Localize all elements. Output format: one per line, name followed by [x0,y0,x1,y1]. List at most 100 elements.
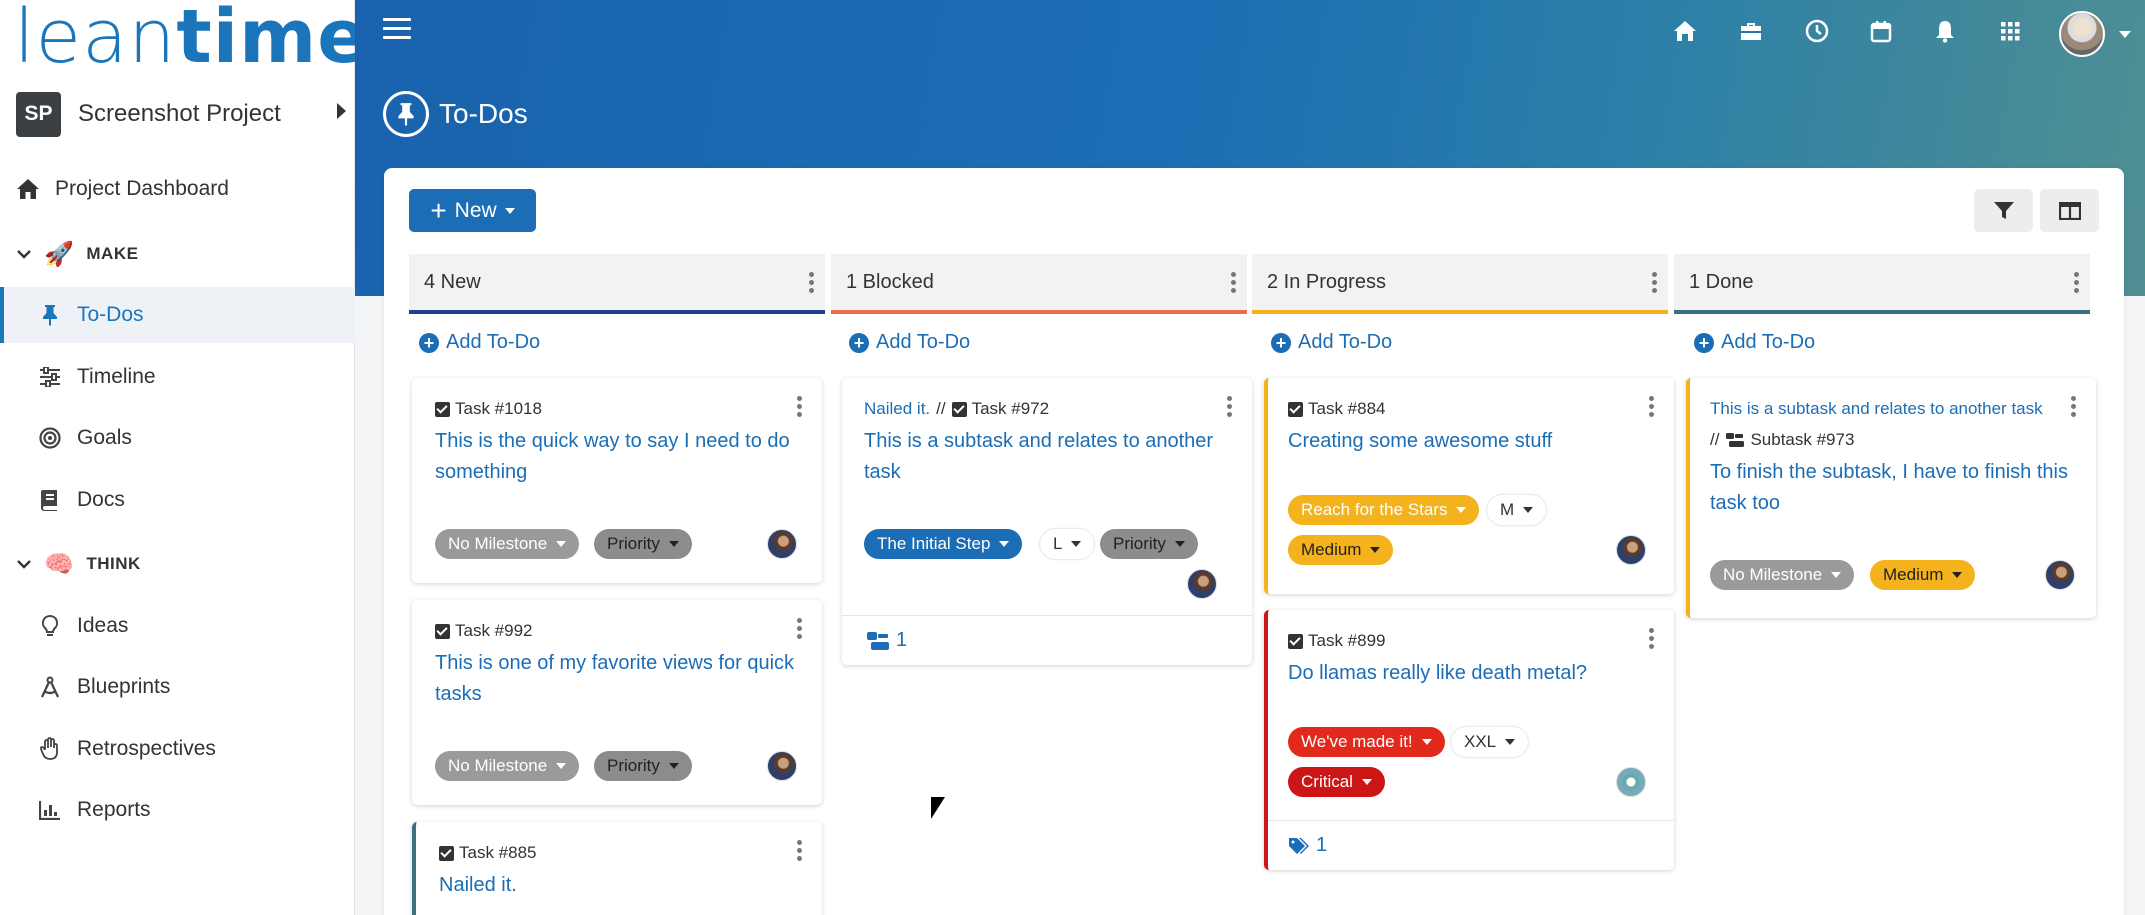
add-todo-link[interactable]: + Add To-Do [849,331,970,354]
brain-icon: 🧠 [44,550,75,578]
more-vertical-icon[interactable] [2074,272,2080,296]
project-name: Screenshot Project [78,100,281,127]
plus-circle-icon: + [1694,332,1714,353]
caret-down-icon [668,763,679,769]
column-title: 2 In Progress [1267,270,1386,293]
column-header-in-progress: 2 In Progress [1252,254,1668,314]
sidebar-item-retrospectives[interactable]: Retrospectives [0,721,355,777]
bell-icon[interactable] [1932,18,1958,44]
briefcase-icon[interactable] [1738,18,1764,44]
card-footer[interactable]: 1 [842,615,1252,665]
more-vertical-icon[interactable] [1227,396,1232,420]
task-title[interactable]: Do llamas really like death metal? [1288,658,1648,689]
milestone-dropdown[interactable]: No Milestone [435,529,580,559]
assignee-avatar[interactable] [1187,569,1217,599]
priority-dropdown[interactable]: Medium [1288,535,1394,565]
priority-dropdown[interactable]: Critical [1288,767,1385,797]
sidebar-item-timeline[interactable]: Timeline [0,349,355,405]
task-number: Task #885 [439,843,537,863]
caret-down-icon[interactable] [2119,31,2131,38]
sidebar-item-ideas[interactable]: Ideas [0,598,355,654]
sidebar-item-reports[interactable]: Reports [0,782,355,838]
assignee-avatar[interactable] [2045,560,2075,590]
user-avatar[interactable] [2059,11,2105,57]
assignee-avatar[interactable] [767,529,797,559]
project-selector[interactable]: SP Screenshot Project [16,91,346,137]
clock-icon[interactable] [1804,18,1830,44]
task-card-885[interactable]: Task #885 Nailed it. [412,822,822,915]
add-todo-label: Add To-Do [1298,331,1393,353]
sidebar-item-blueprints[interactable]: Blueprints [0,659,355,715]
more-vertical-icon[interactable] [1649,396,1654,420]
task-card-1018[interactable]: Task #1018 This is the quick way to say … [412,378,822,583]
task-title[interactable]: To finish the subtask, I have to finish … [1710,457,2070,519]
sidebar-item-todos[interactable]: To-Dos [0,287,355,343]
more-vertical-icon[interactable] [1231,272,1237,296]
task-title[interactable]: Nailed it. [439,870,799,901]
filter-button[interactable] [1974,189,2033,232]
milestone-dropdown[interactable]: We've made it! [1288,727,1445,757]
task-card-992[interactable]: Task #992 This is one of my favorite vie… [412,600,822,805]
caret-down-icon [1952,572,1963,578]
section-make[interactable]: 🚀 MAKE [16,234,138,274]
milestone-dropdown[interactable]: The Initial Step [864,529,1023,559]
parent-task-link[interactable]: This is a subtask and relates to another… [1710,399,2080,419]
milestone-dropdown[interactable]: Reach for the Stars [1288,495,1480,525]
effort-dropdown[interactable]: M [1487,495,1547,525]
priority-dropdown[interactable]: Priority [594,751,692,781]
view-columns-button[interactable] [2040,189,2099,232]
sidebar-item-docs[interactable]: Docs [0,472,355,528]
more-vertical-icon[interactable] [809,272,815,296]
task-number-text: Task #899 [1308,631,1386,650]
separator: // [1710,430,1720,449]
effort-dropdown[interactable]: L [1040,529,1095,559]
parent-task-link[interactable]: Nailed it. [864,399,930,419]
add-todo-link[interactable]: + Add To-Do [1271,331,1392,354]
milestone-label: The Initial Step [877,534,991,553]
new-button[interactable]: + New [409,189,536,232]
section-think[interactable]: 🧠 THINK [16,544,141,584]
home-icon[interactable] [1672,18,1698,44]
task-card-973[interactable]: This is a subtask and relates to another… [1686,378,2096,618]
add-todo-link[interactable]: + Add To-Do [1694,331,1815,354]
chevron-right-icon [337,103,346,119]
more-vertical-icon[interactable] [2071,396,2076,420]
priority-dropdown[interactable]: Priority [1100,529,1198,559]
sidebar-item-label: Retrospectives [77,737,216,760]
task-card-972[interactable]: Nailed it. // Task #972 This is a subtas… [842,378,1252,665]
columns-icon [2058,201,2081,220]
milestone-dropdown[interactable]: No Milestone [1710,560,1855,590]
hamburger-menu-icon[interactable] [383,18,411,42]
assignee-avatar[interactable] [1616,535,1646,565]
card-footer[interactable]: 1 [1268,820,1674,870]
more-vertical-icon[interactable] [797,618,802,642]
task-title[interactable]: This is a subtask and relates to another… [864,426,1224,488]
more-vertical-icon[interactable] [1652,272,1658,296]
effort-label: L [1053,534,1063,553]
effort-dropdown[interactable]: XXL [1451,727,1529,757]
task-card-899[interactable]: Task #899 Do llamas really like death me… [1264,610,1674,870]
more-vertical-icon[interactable] [797,840,802,864]
task-title[interactable]: This is the quick way to say I need to d… [435,426,795,488]
priority-label: Priority [607,756,660,775]
more-vertical-icon[interactable] [1649,628,1654,652]
task-number-text: Task #992 [455,621,533,640]
leantime-logo[interactable]: lean time [14,0,368,74]
sidebar-item-label: Timeline [77,365,156,388]
priority-dropdown[interactable]: Medium [1870,560,1976,590]
more-vertical-icon[interactable] [797,396,802,420]
add-todo-link[interactable]: + Add To-Do [419,331,540,354]
calendar-icon[interactable] [1868,18,1894,44]
caret-down-icon [1456,507,1467,513]
assignee-avatar[interactable] [767,751,797,781]
sidebar-item-goals[interactable]: Goals [0,410,355,466]
priority-dropdown[interactable]: Priority [594,529,692,559]
task-card-884[interactable]: Task #884 Creating some awesome stuff Re… [1264,378,1674,594]
task-title[interactable]: Creating some awesome stuff [1288,426,1648,457]
assignee-avatar[interactable] [1616,767,1646,797]
apps-grid-icon[interactable] [1997,18,2023,44]
pin-icon [383,91,429,137]
milestone-dropdown[interactable]: No Milestone [435,751,580,781]
task-title[interactable]: This is one of my favorite views for qui… [435,648,795,710]
sidebar-item-project-dashboard[interactable]: Project Dashboard [0,161,355,217]
